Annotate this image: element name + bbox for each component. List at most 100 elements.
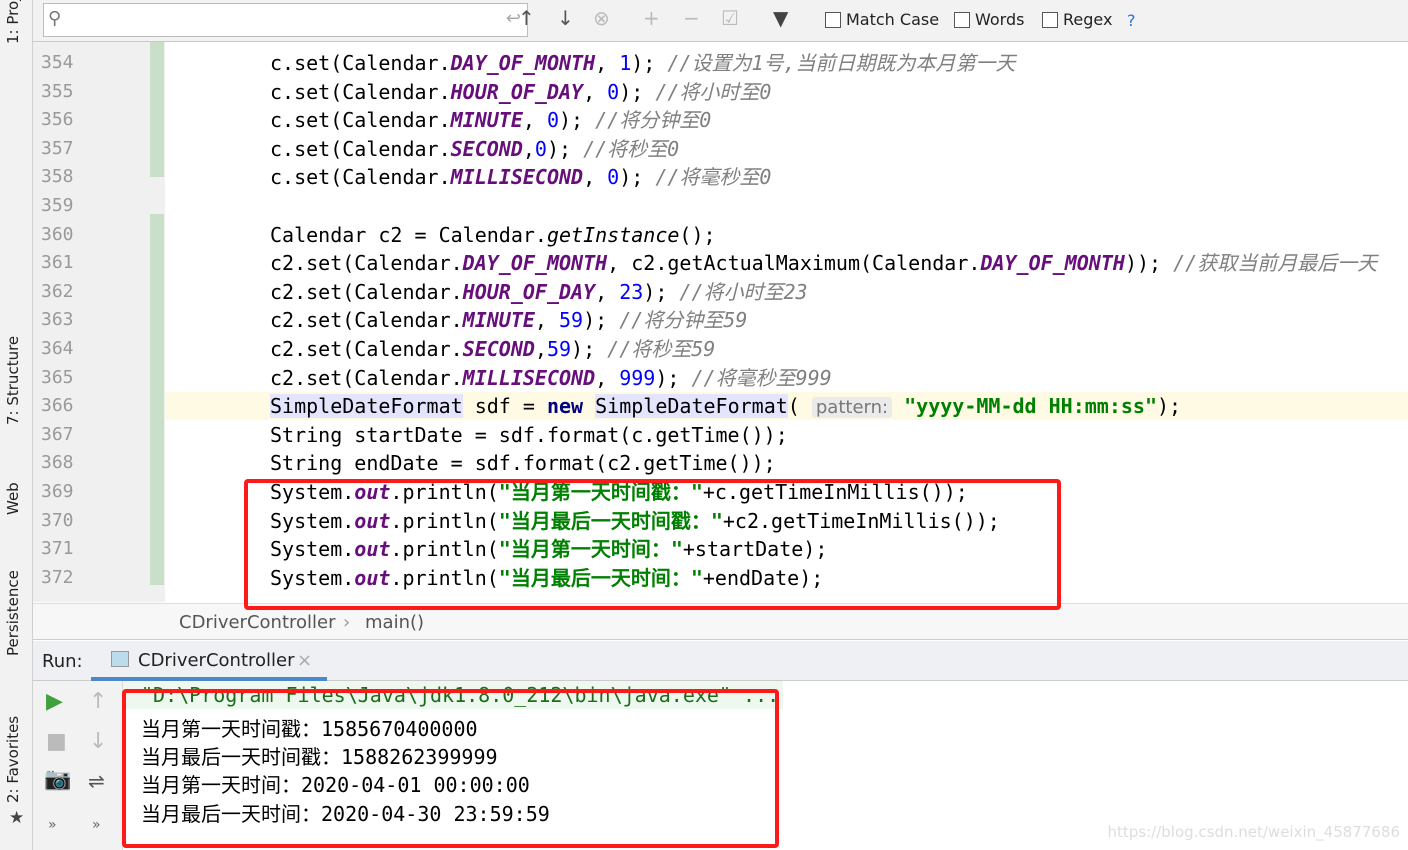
code-token: pattern: [811,397,893,419]
code-token: , [595,279,620,304]
regex-checkbox[interactable]: Regex [1042,10,1112,29]
sidebar-tab-structure[interactable]: 7: Structure [4,336,22,425]
code-token: , [534,308,559,333]
code-token: , [534,337,547,361]
add-occurrence-icon[interactable]: + [643,6,660,30]
vcs-change-marker[interactable] [150,213,164,586]
code-token: SECOND [462,337,535,361]
line-number: 356 [41,109,74,131]
code-token: //将小时至0 [655,79,772,104]
code-line: c.set(Calendar.MILLISECOND, 0); //将毫秒至0 [270,163,771,191]
next-occurrence-icon[interactable]: ↓ [557,6,574,30]
code-line: Calendar c2 = Calendar.getInstance(); [270,221,716,249]
line-number: 371 [41,538,74,560]
code-token: //将毫秒至999 [691,365,832,390]
more-icon[interactable]: » [48,817,57,833]
soft-wrap-icon[interactable]: ⇌ [88,769,105,793]
sidebar-tab-project[interactable]: 1: Project [4,0,22,44]
code-token: //将分钟至59 [619,308,748,333]
code-token: 0 [534,136,547,161]
more-icon[interactable]: » [92,817,101,833]
remove-occurrence-icon[interactable]: − [683,6,700,30]
code-token: ); [631,51,668,75]
code-token: MINUTE [462,308,535,333]
code-token: 1 [619,51,632,75]
code-token: c2.set(Calendar. [270,365,463,390]
code-token: Calendar c2 = Calendar. [270,222,547,247]
line-number: 370 [41,509,74,531]
previous-occurrence-icon[interactable]: ↑ [518,6,535,30]
filter-icon[interactable]: ▼ [773,6,788,30]
code-token: new [546,394,584,419]
line-number: 358 [41,166,74,188]
line-number: 364 [41,338,74,359]
code-token: getInstance [546,222,680,247]
code-line: c.set(Calendar.HOUR_OF_DAY, 0); //将小时至0 [270,78,771,106]
select-all-occurrences-icon[interactable]: ⊗ [593,6,610,30]
run-tab[interactable]: CDriverController × [91,641,327,681]
code-line: SimpleDateFormat sdf = new SimpleDateFor… [270,392,1181,420]
search-input[interactable]: ⚲ ↩ [43,3,528,37]
code-token: c.set(Calendar. [270,79,451,104]
breadcrumb-class[interactable]: CDriverController [179,612,336,633]
line-number: 362 [41,280,74,302]
code-token: c.set(Calendar. [270,108,451,133]
words-checkbox[interactable]: Words [954,10,1024,29]
code-token: )); [1124,251,1174,276]
code-token: //设置为1号,当前日期既为本月第一天 [667,51,1016,75]
code-token: MILLISECOND [462,365,596,390]
code-token: ); [1157,394,1182,419]
code-token: c.set(Calendar. [270,51,451,75]
watermark: https://blog.csdn.net/weixin_45877686 [1107,823,1400,841]
code-token: , [522,108,547,133]
code-token: //将小时至23 [679,279,808,304]
rerun-icon[interactable]: ▶ [46,689,63,714]
code-token: //将分钟至0 [595,108,712,133]
highlight-box-output [122,689,779,848]
code-line: c.set(Calendar.SECOND,0); //将秒至0 [270,135,679,163]
line-number: 367 [41,423,74,445]
code-token: //将毫秒至0 [655,165,772,190]
search-icon: ⚲ [48,8,62,29]
highlight-box-code [244,479,1061,610]
scroll-down-icon[interactable]: ↓ [89,729,107,754]
code-token: String endDate = sdf.format(c2.getTime()… [270,451,776,476]
run-tab-label: CDriverController [138,650,295,671]
code-token: HOUR_OF_DAY [462,279,596,304]
code-token: c2.set(Calendar. [270,279,463,304]
scroll-up-icon[interactable]: ↑ [89,689,107,714]
console-icon [111,651,129,667]
code-token: c2.set(Calendar. [270,308,463,333]
code-token: c.set(Calendar. [270,165,451,190]
code-token: ); [583,308,620,333]
code-token: String startDate = sdf.format(c.getTime(… [270,422,788,447]
close-icon[interactable]: × [297,650,312,671]
code-token: ); [643,279,680,304]
code-token: 0 [546,108,560,133]
match-case-checkbox[interactable]: Match Case [825,10,939,29]
stop-icon[interactable]: ■ [46,729,67,754]
sidebar-tab-favorites[interactable]: 2: Favorites [4,716,22,803]
regex-help-link[interactable]: ? [1127,11,1136,30]
code-token: DAY_OF_MONTH [462,251,608,276]
sidebar-tab-persistence[interactable]: Persistence [4,570,22,656]
select-occurrences-icon[interactable]: ☑ [721,6,739,30]
line-number: 357 [41,137,74,159]
code-token: //将秒至0 [583,136,680,161]
line-number: 355 [41,80,74,102]
code-token: SimpleDateFormat [595,394,788,419]
code-token: , c2.getActualMaximum(Calendar. [607,251,981,276]
vcs-change-marker[interactable] [150,42,164,177]
breadcrumb-method[interactable]: main() [365,612,424,633]
run-label: Run: [42,651,83,672]
code-token: HOUR_OF_DAY [450,79,584,104]
code-line: String endDate = sdf.format(c2.getTime()… [270,449,776,477]
code-token: 59 [546,337,572,361]
line-number: 363 [41,309,74,331]
camera-icon[interactable]: 📷 [44,767,71,792]
sidebar-tab-web[interactable]: Web [4,482,22,515]
line-number: 369 [41,481,74,502]
code-token: SECOND [450,136,523,161]
line-number: 365 [41,366,74,388]
